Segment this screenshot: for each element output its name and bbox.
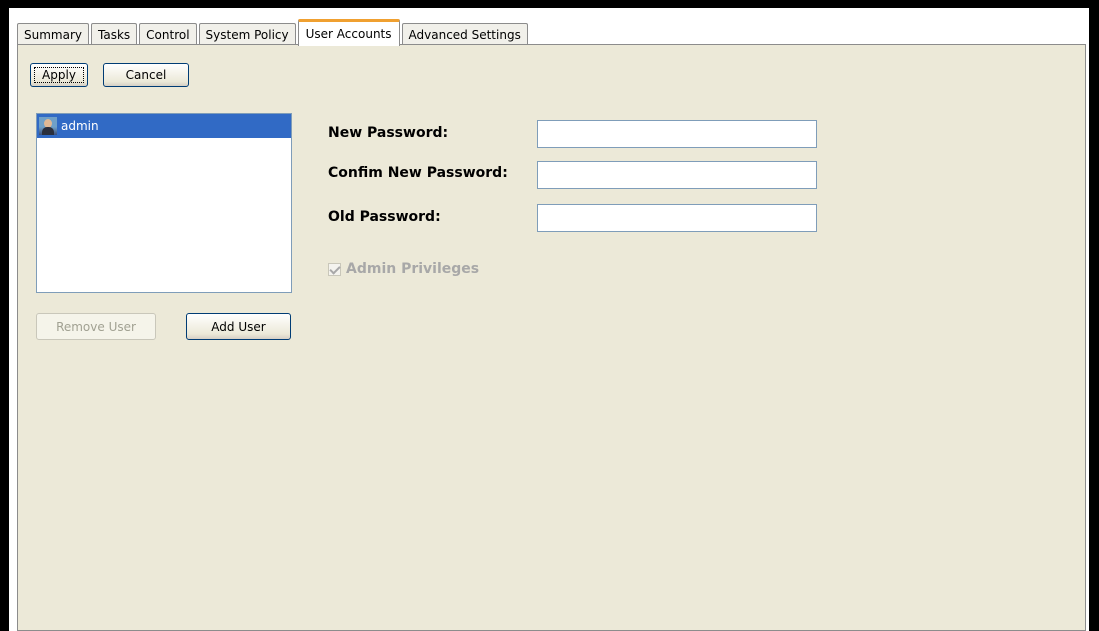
apply-button-label: Apply [42,68,76,82]
tab-user-accounts[interactable]: User Accounts [297,19,400,46]
new-password-field[interactable] [537,120,817,148]
old-password-label: Old Password: [328,209,441,225]
user-avatar-icon [39,117,57,135]
new-password-label: New Password: [328,125,449,141]
add-user-button[interactable]: Add User [186,313,291,340]
admin-privileges-label: Admin Privileges [346,261,480,277]
tab-bar: Summary Tasks Control System Policy User… [17,18,530,46]
confirm-password-label: Confim New Password: [328,165,508,181]
window-frame-right-gap [1086,8,1089,631]
add-user-label: Add User [211,319,266,334]
tab-system-policy[interactable]: System Policy [198,23,296,45]
admin-privileges-checkbox-row[interactable]: Admin Privileges [328,261,479,277]
cancel-button-label: Cancel [125,68,167,82]
user-accounts-panel: Apply Cancel admin Remove User Add User … [17,44,1086,631]
window-frame-left [0,0,9,631]
user-list[interactable]: admin [36,113,292,293]
apply-button[interactable]: Apply [30,63,88,87]
user-list-item-admin[interactable]: admin [37,114,291,138]
window-frame-right [1089,0,1099,631]
remove-user-button[interactable]: Remove User [36,313,156,340]
tab-control[interactable]: Control [139,23,197,45]
old-password-field[interactable] [537,204,817,232]
user-name: admin [61,119,99,133]
tab-tasks[interactable]: Tasks [91,23,138,45]
remove-user-label: Remove User [56,319,136,334]
tab-summary[interactable]: Summary [17,23,89,45]
admin-privileges-checkbox[interactable] [328,262,341,276]
tab-advanced-settings[interactable]: Advanced Settings [401,23,528,45]
cancel-button[interactable]: Cancel [103,63,189,87]
confirm-password-field[interactable] [537,161,817,189]
window-frame-top [0,0,1099,8]
